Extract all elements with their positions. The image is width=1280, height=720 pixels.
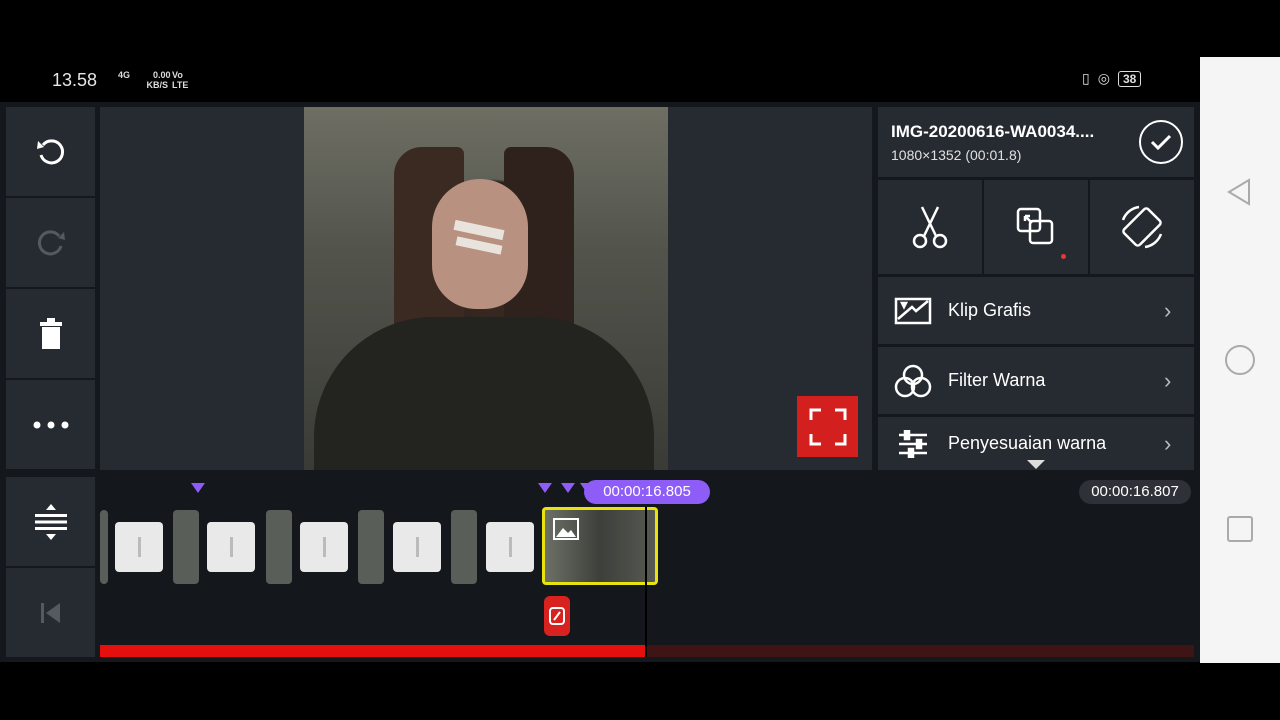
crop-tool-button[interactable]	[984, 180, 1088, 274]
graphic-clip-icon	[894, 297, 932, 324]
left-toolbar	[6, 107, 95, 470]
clip-meta: 1080×1352 (00:01.8)	[891, 147, 1022, 163]
cut-tool-button[interactable]	[878, 180, 982, 274]
notification-dot-icon	[1061, 254, 1066, 259]
network-indicator: 4G 0.00 KB/S	[118, 70, 171, 90]
undo-icon	[36, 138, 64, 164]
jump-to-start-button[interactable]	[6, 568, 95, 657]
clip-thumbnail[interactable]	[266, 510, 292, 584]
more-icon	[33, 421, 68, 428]
trash-icon	[39, 317, 62, 349]
timeline-progress-played	[100, 645, 646, 657]
clip-thumbnail[interactable]	[173, 510, 199, 584]
clip-thumbnail[interactable]	[358, 510, 384, 584]
scroll-down-indicator-icon	[1027, 460, 1045, 469]
undo-button[interactable]	[6, 107, 95, 196]
timeline-progress-remaining	[646, 645, 1194, 657]
skip-start-icon	[40, 602, 60, 623]
crop-icon	[1016, 207, 1054, 245]
fullscreen-button[interactable]	[797, 396, 858, 457]
bookmark-marker-icon[interactable]	[561, 483, 575, 493]
playhead-line[interactable]	[645, 507, 647, 657]
timeline-toolbar	[6, 477, 95, 657]
transition-button[interactable]	[393, 522, 441, 572]
selected-clip[interactable]	[542, 507, 658, 585]
clip-filename: IMG-20200616-WA0034....	[891, 122, 1095, 141]
chevron-right-icon: ›	[1164, 367, 1172, 393]
transition-button[interactable]	[115, 522, 163, 572]
delete-button[interactable]	[6, 289, 95, 378]
volte-top: Vo	[172, 70, 183, 80]
battery-level: 38	[1117, 70, 1142, 87]
navigation-bar	[1200, 57, 1280, 663]
volte-bottom: LTE	[172, 80, 189, 90]
back-icon[interactable]	[1225, 177, 1255, 207]
expand-vertical-icon	[34, 503, 67, 540]
menu-item-label: Penyesuaian warna	[948, 433, 1107, 453]
lock-rotation-icon: ◎	[1097, 70, 1110, 86]
bookmark-marker-icon[interactable]	[538, 483, 552, 493]
more-button[interactable]	[6, 380, 95, 469]
chevron-right-icon: ›	[1164, 297, 1172, 323]
net-speed: 0.00	[153, 70, 171, 80]
transition-button[interactable]	[486, 522, 534, 572]
transition-button[interactable]	[207, 522, 255, 572]
rotate-icon	[1121, 205, 1163, 249]
transition-button[interactable]	[300, 522, 348, 572]
total-time: 00:00:16.807	[1079, 480, 1191, 504]
color-adjust-icon	[899, 429, 927, 458]
color-filter-icon	[894, 364, 932, 397]
effect-layer-icon[interactable]	[544, 596, 570, 636]
clip-thumbnail[interactable]	[100, 510, 108, 584]
redo-button[interactable]	[6, 198, 95, 287]
menu-item-label: Klip Grafis	[948, 300, 1032, 320]
menu-item-graphic-clip[interactable]: Klip Grafis ›	[878, 277, 1194, 344]
playhead-time: 00:00:16.805	[584, 480, 710, 504]
network-type: 4G	[118, 70, 131, 80]
fullscreen-icon	[809, 408, 846, 445]
chevron-right-icon: ›	[1164, 430, 1172, 456]
clip-thumbnail[interactable]	[451, 510, 477, 584]
rotate-tool-button[interactable]	[1090, 180, 1194, 274]
menu-item-color-filter[interactable]: Filter Warna ›	[878, 347, 1194, 414]
expand-timeline-button[interactable]	[6, 477, 95, 566]
status-icons: ▯ ◎ 38	[1082, 70, 1142, 87]
home-icon[interactable]	[1224, 344, 1256, 376]
net-speed-unit: KB/S	[146, 80, 169, 90]
preview-image	[304, 107, 668, 470]
recents-icon[interactable]	[1226, 515, 1254, 543]
bookmark-marker-icon[interactable]	[191, 483, 205, 493]
menu-item-label: Filter Warna	[948, 370, 1046, 390]
volte-indicator: Vo LTE	[172, 70, 188, 90]
checkmark-icon	[1150, 134, 1172, 151]
image-clip-icon	[553, 518, 579, 540]
confirm-button[interactable]	[1139, 120, 1183, 164]
status-time: 13.58	[52, 70, 98, 90]
redo-icon	[37, 229, 65, 255]
vibrate-icon: ▯	[1082, 70, 1090, 86]
scissors-icon	[912, 206, 948, 249]
